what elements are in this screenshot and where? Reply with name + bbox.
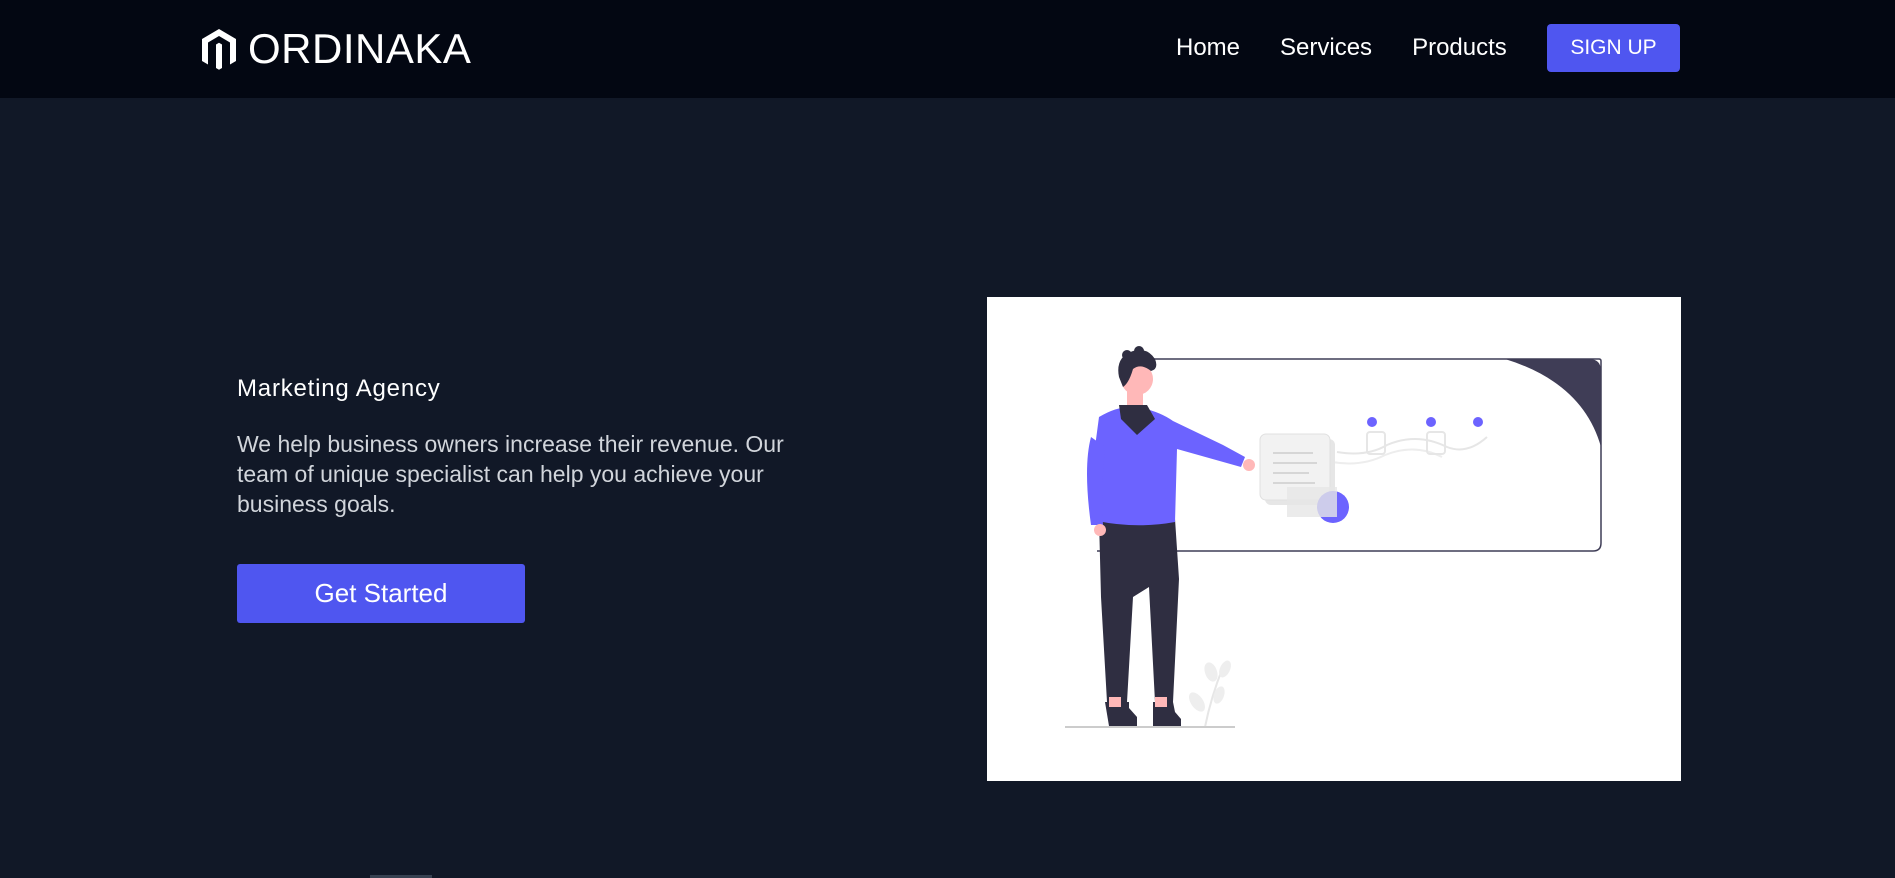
hero-description: We help business owners increase their r…: [237, 431, 784, 517]
hero-illustration: [987, 297, 1681, 781]
board-dot: [1367, 417, 1377, 427]
nav-link-products[interactable]: Products: [1412, 32, 1507, 64]
brand-home-link[interactable]: ORDINAKA: [200, 26, 471, 72]
signup-button[interactable]: SIGN UP: [1547, 24, 1680, 72]
main-nav: Home Services Products: [1176, 32, 1547, 64]
plant: [1189, 660, 1231, 728]
nav-link-services[interactable]: Services: [1280, 32, 1372, 64]
hero-title: Marketing Agency: [237, 375, 441, 402]
navbar: ORDINAKA Home Services Products SIGN UP: [0, 0, 1895, 98]
note-card: [1259, 433, 1349, 523]
presentation-illustration: [1065, 346, 1602, 728]
brand-name: ORDINAKA: [248, 25, 472, 72]
board-dot: [1473, 417, 1483, 427]
nav-link-home[interactable]: Home: [1176, 32, 1240, 64]
get-started-button[interactable]: Get Started: [237, 564, 525, 623]
brand-logo-icon: [202, 29, 236, 70]
board-dot: [1426, 417, 1436, 427]
